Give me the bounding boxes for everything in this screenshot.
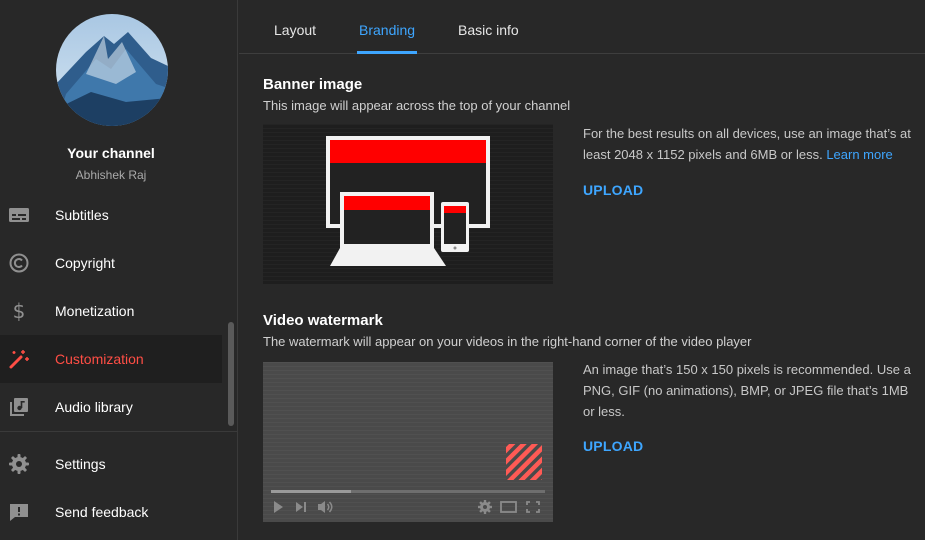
sidebar-item-send-feedback[interactable]: Send feedback [0,488,222,536]
dollar-icon: $ [12,299,26,323]
banner-section-title: Banner image [263,76,363,93]
sidebar-item-label: Copyright [55,255,115,271]
sidebar-item-label: Settings [55,456,106,472]
divider [0,431,238,432]
sidebar-item-label: Subtitles [55,207,109,223]
gear-icon [8,453,30,475]
channel-title: Your channel [67,145,155,161]
sidebar-item-label: Customization [55,351,144,367]
banner-info-text: For the best results on all devices, use… [583,123,919,165]
sidebar-item-label: Monetization [55,303,135,319]
sidebar-item-settings[interactable]: Settings [0,440,222,488]
tab-basic-info[interactable]: Basic info [458,22,519,38]
avatar[interactable] [56,14,168,126]
sidebar: Your channel Abhishek Raj Subtitles Copy… [0,0,238,540]
channel-name: Abhishek Raj [75,168,147,182]
feedback-icon [8,501,30,523]
tab-bar: Layout Branding Basic info [239,0,925,54]
banner-upload-button[interactable]: UPLOAD [583,182,643,198]
main-content: Layout Branding Basic info Banner image … [239,0,925,540]
watermark-section-title: Video watermark [263,312,383,329]
watermark-upload-button[interactable]: UPLOAD [583,438,643,454]
magic-wand-icon [8,348,30,370]
watermark-section-description: The watermark will appear on your videos… [263,334,752,349]
sidebar-item-subtitles[interactable]: Subtitles [0,191,222,239]
copyright-icon [8,252,30,274]
subtitles-icon [8,204,30,226]
sidebar-item-monetization[interactable]: $ Monetization [0,287,222,335]
sidebar-item-customization[interactable]: Customization [0,335,222,383]
watermark-info-text: An image that’s 150 x 150 pixels is reco… [583,362,911,419]
sidebar-scrollbar[interactable] [228,322,234,426]
sidebar-item-copyright[interactable]: Copyright [0,239,222,287]
watermark-preview-player [263,362,553,522]
sidebar-item-label: Audio library [55,399,133,415]
tab-branding[interactable]: Branding [359,22,415,38]
sidebar-item-audio-library[interactable]: Audio library [0,383,222,431]
banner-preview-image [263,124,553,284]
tab-layout[interactable]: Layout [274,22,316,38]
sidebar-item-label: Send feedback [55,504,149,520]
audio-library-icon [8,396,30,418]
active-tab-indicator [357,51,417,54]
learn-more-link[interactable]: Learn more [826,147,892,162]
banner-section-description: This image will appear across the top of… [263,98,571,113]
